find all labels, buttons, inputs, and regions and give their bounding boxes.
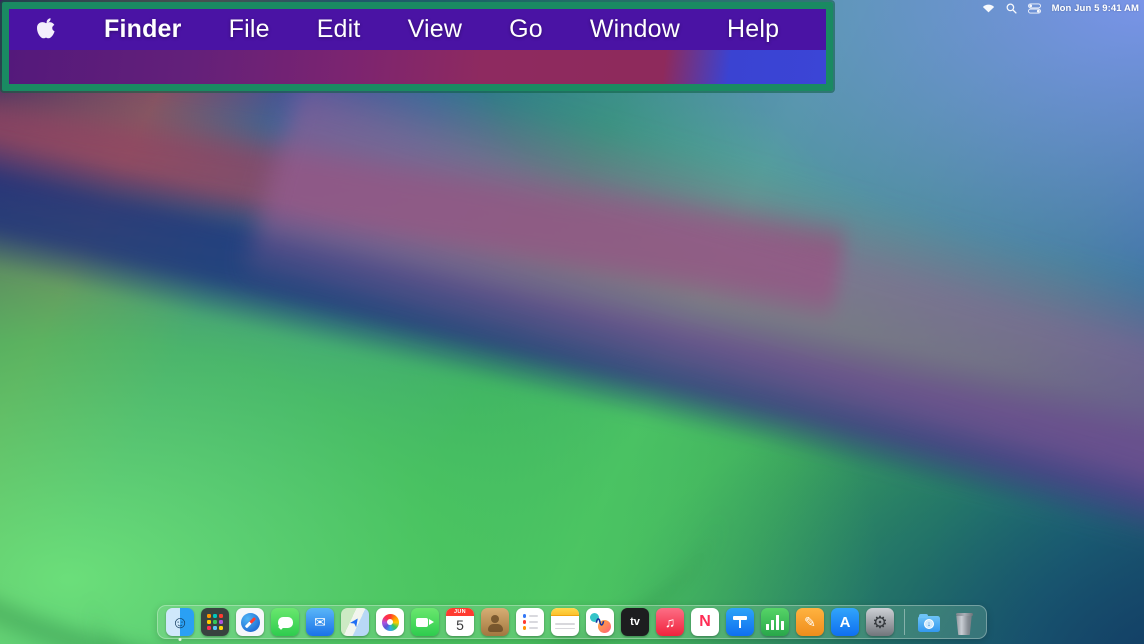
dock-item-tv[interactable]: tv bbox=[621, 608, 649, 636]
wallpaper-ridge bbox=[0, 256, 953, 644]
launchpad-grid bbox=[207, 614, 224, 631]
dock-item-trash[interactable] bbox=[950, 608, 978, 636]
video-camera-icon bbox=[411, 608, 439, 636]
notes-paper bbox=[551, 608, 579, 636]
app-store-icon: A bbox=[831, 608, 859, 636]
person-silhouette-icon bbox=[481, 608, 509, 636]
dock: ☺ ✉➤ JUN5 ∿tv♫N ✎A⚙ ↓ bbox=[157, 605, 987, 639]
trash-can-icon bbox=[950, 608, 978, 636]
dock-item-launchpad[interactable] bbox=[201, 608, 229, 636]
safari-compass-icon bbox=[236, 608, 264, 636]
dock-item-music[interactable]: ♫ bbox=[656, 608, 684, 636]
dock-item-appstore[interactable]: A bbox=[831, 608, 859, 636]
bar-chart bbox=[766, 614, 785, 630]
calendar-month: JUN bbox=[446, 608, 474, 616]
dock-item-reminders[interactable] bbox=[516, 608, 544, 636]
clock[interactable]: Mon Jun 5 9:41 AM bbox=[1052, 3, 1139, 14]
running-indicator bbox=[179, 638, 182, 641]
desktop-wallpaper: Mon Jun 5 9:41 AM Finder File Edit View … bbox=[0, 0, 1144, 644]
wallpaper-mauve-band bbox=[241, 40, 1144, 644]
notepad-icon bbox=[551, 608, 579, 636]
wallpaper-navy-band bbox=[0, 118, 1144, 596]
dock-item-calendar[interactable]: JUN5 bbox=[446, 608, 474, 636]
apple-logo-icon bbox=[35, 17, 57, 42]
dock-divider bbox=[904, 609, 905, 635]
dock-item-settings[interactable]: ⚙ bbox=[866, 608, 894, 636]
menu-bar: Finder File Edit View Go Window Help bbox=[9, 9, 826, 50]
dock-item-finder[interactable]: ☺ bbox=[166, 608, 194, 636]
menu-bar-highlight: Finder File Edit View Go Window Help bbox=[2, 2, 833, 91]
person-silhouette bbox=[488, 615, 503, 632]
wallpaper-strip bbox=[9, 50, 826, 84]
music-note-icon: ♫ bbox=[656, 608, 684, 636]
compass-needle bbox=[245, 617, 256, 628]
spotlight-search-icon[interactable] bbox=[1006, 3, 1017, 14]
dock-item-news[interactable]: N bbox=[691, 608, 719, 636]
downloads-folder: ↓ bbox=[918, 616, 940, 632]
compass-dial bbox=[241, 613, 260, 632]
envelope-icon: ✉ bbox=[306, 608, 334, 636]
calendar-page: JUN5 bbox=[446, 608, 474, 636]
menu-item-go[interactable]: Go bbox=[509, 17, 543, 42]
dock-item-notes[interactable] bbox=[551, 608, 579, 636]
menu-item-file[interactable]: File bbox=[229, 17, 270, 42]
reminders-list bbox=[523, 614, 538, 630]
menu-item-finder[interactable]: Finder bbox=[104, 17, 182, 42]
dock-item-maps[interactable]: ➤ bbox=[341, 608, 369, 636]
pen-icon: ✎ bbox=[796, 608, 824, 636]
checklist-icon bbox=[516, 608, 544, 636]
calendar-icon: JUN5 bbox=[446, 608, 474, 636]
wallpaper-maroon-band bbox=[0, 66, 848, 328]
wifi-icon[interactable] bbox=[982, 3, 995, 13]
dock-item-numbers[interactable] bbox=[761, 608, 789, 636]
menu-bar-status-area: Mon Jun 5 9:41 AM bbox=[982, 1, 1139, 15]
maps-arrow-icon: ➤ bbox=[341, 608, 369, 636]
finder-icon: ☺ bbox=[166, 608, 194, 636]
apple-menu[interactable] bbox=[35, 17, 57, 42]
control-center-icon[interactable] bbox=[1028, 3, 1041, 14]
trash-can bbox=[950, 608, 978, 636]
dock-item-contacts[interactable] bbox=[481, 608, 509, 636]
dock-item-downloads[interactable]: ↓ bbox=[915, 608, 943, 636]
dock-item-facetime[interactable] bbox=[411, 608, 439, 636]
dock-item-mail[interactable]: ✉ bbox=[306, 608, 334, 636]
podium-icon bbox=[726, 608, 754, 636]
menu-item-help[interactable]: Help bbox=[727, 17, 779, 42]
menu-item-edit[interactable]: Edit bbox=[317, 17, 361, 42]
squiggle: ∿ bbox=[586, 608, 614, 636]
bar-chart-icon bbox=[761, 608, 789, 636]
dock-item-keynote[interactable] bbox=[726, 608, 754, 636]
chat-bubble bbox=[278, 617, 293, 628]
color-pinwheel-icon bbox=[376, 608, 404, 636]
apple-tv-icon: tv bbox=[621, 608, 649, 636]
gear-icon: ⚙ bbox=[866, 608, 894, 636]
wallpaper-ridge bbox=[0, 106, 762, 644]
pinwheel bbox=[382, 614, 399, 631]
menu-item-window[interactable]: Window bbox=[590, 17, 680, 42]
camcorder bbox=[416, 618, 435, 627]
speech-bubble-icon bbox=[271, 608, 299, 636]
launchpad-icon bbox=[201, 608, 229, 636]
dock-item-pages[interactable]: ✎ bbox=[796, 608, 824, 636]
squiggle-icon: ∿ bbox=[586, 608, 614, 636]
downloads-folder-icon: ↓ bbox=[915, 608, 943, 636]
dock-item-safari[interactable] bbox=[236, 608, 264, 636]
dock-item-messages[interactable] bbox=[271, 608, 299, 636]
news-icon: N bbox=[691, 608, 719, 636]
podium bbox=[733, 616, 747, 628]
dock-item-freeform[interactable]: ∿ bbox=[586, 608, 614, 636]
menu-item-view[interactable]: View bbox=[408, 17, 463, 42]
calendar-day: 5 bbox=[446, 616, 474, 636]
download-arrow: ↓ bbox=[924, 619, 934, 629]
dock-item-photos[interactable] bbox=[376, 608, 404, 636]
